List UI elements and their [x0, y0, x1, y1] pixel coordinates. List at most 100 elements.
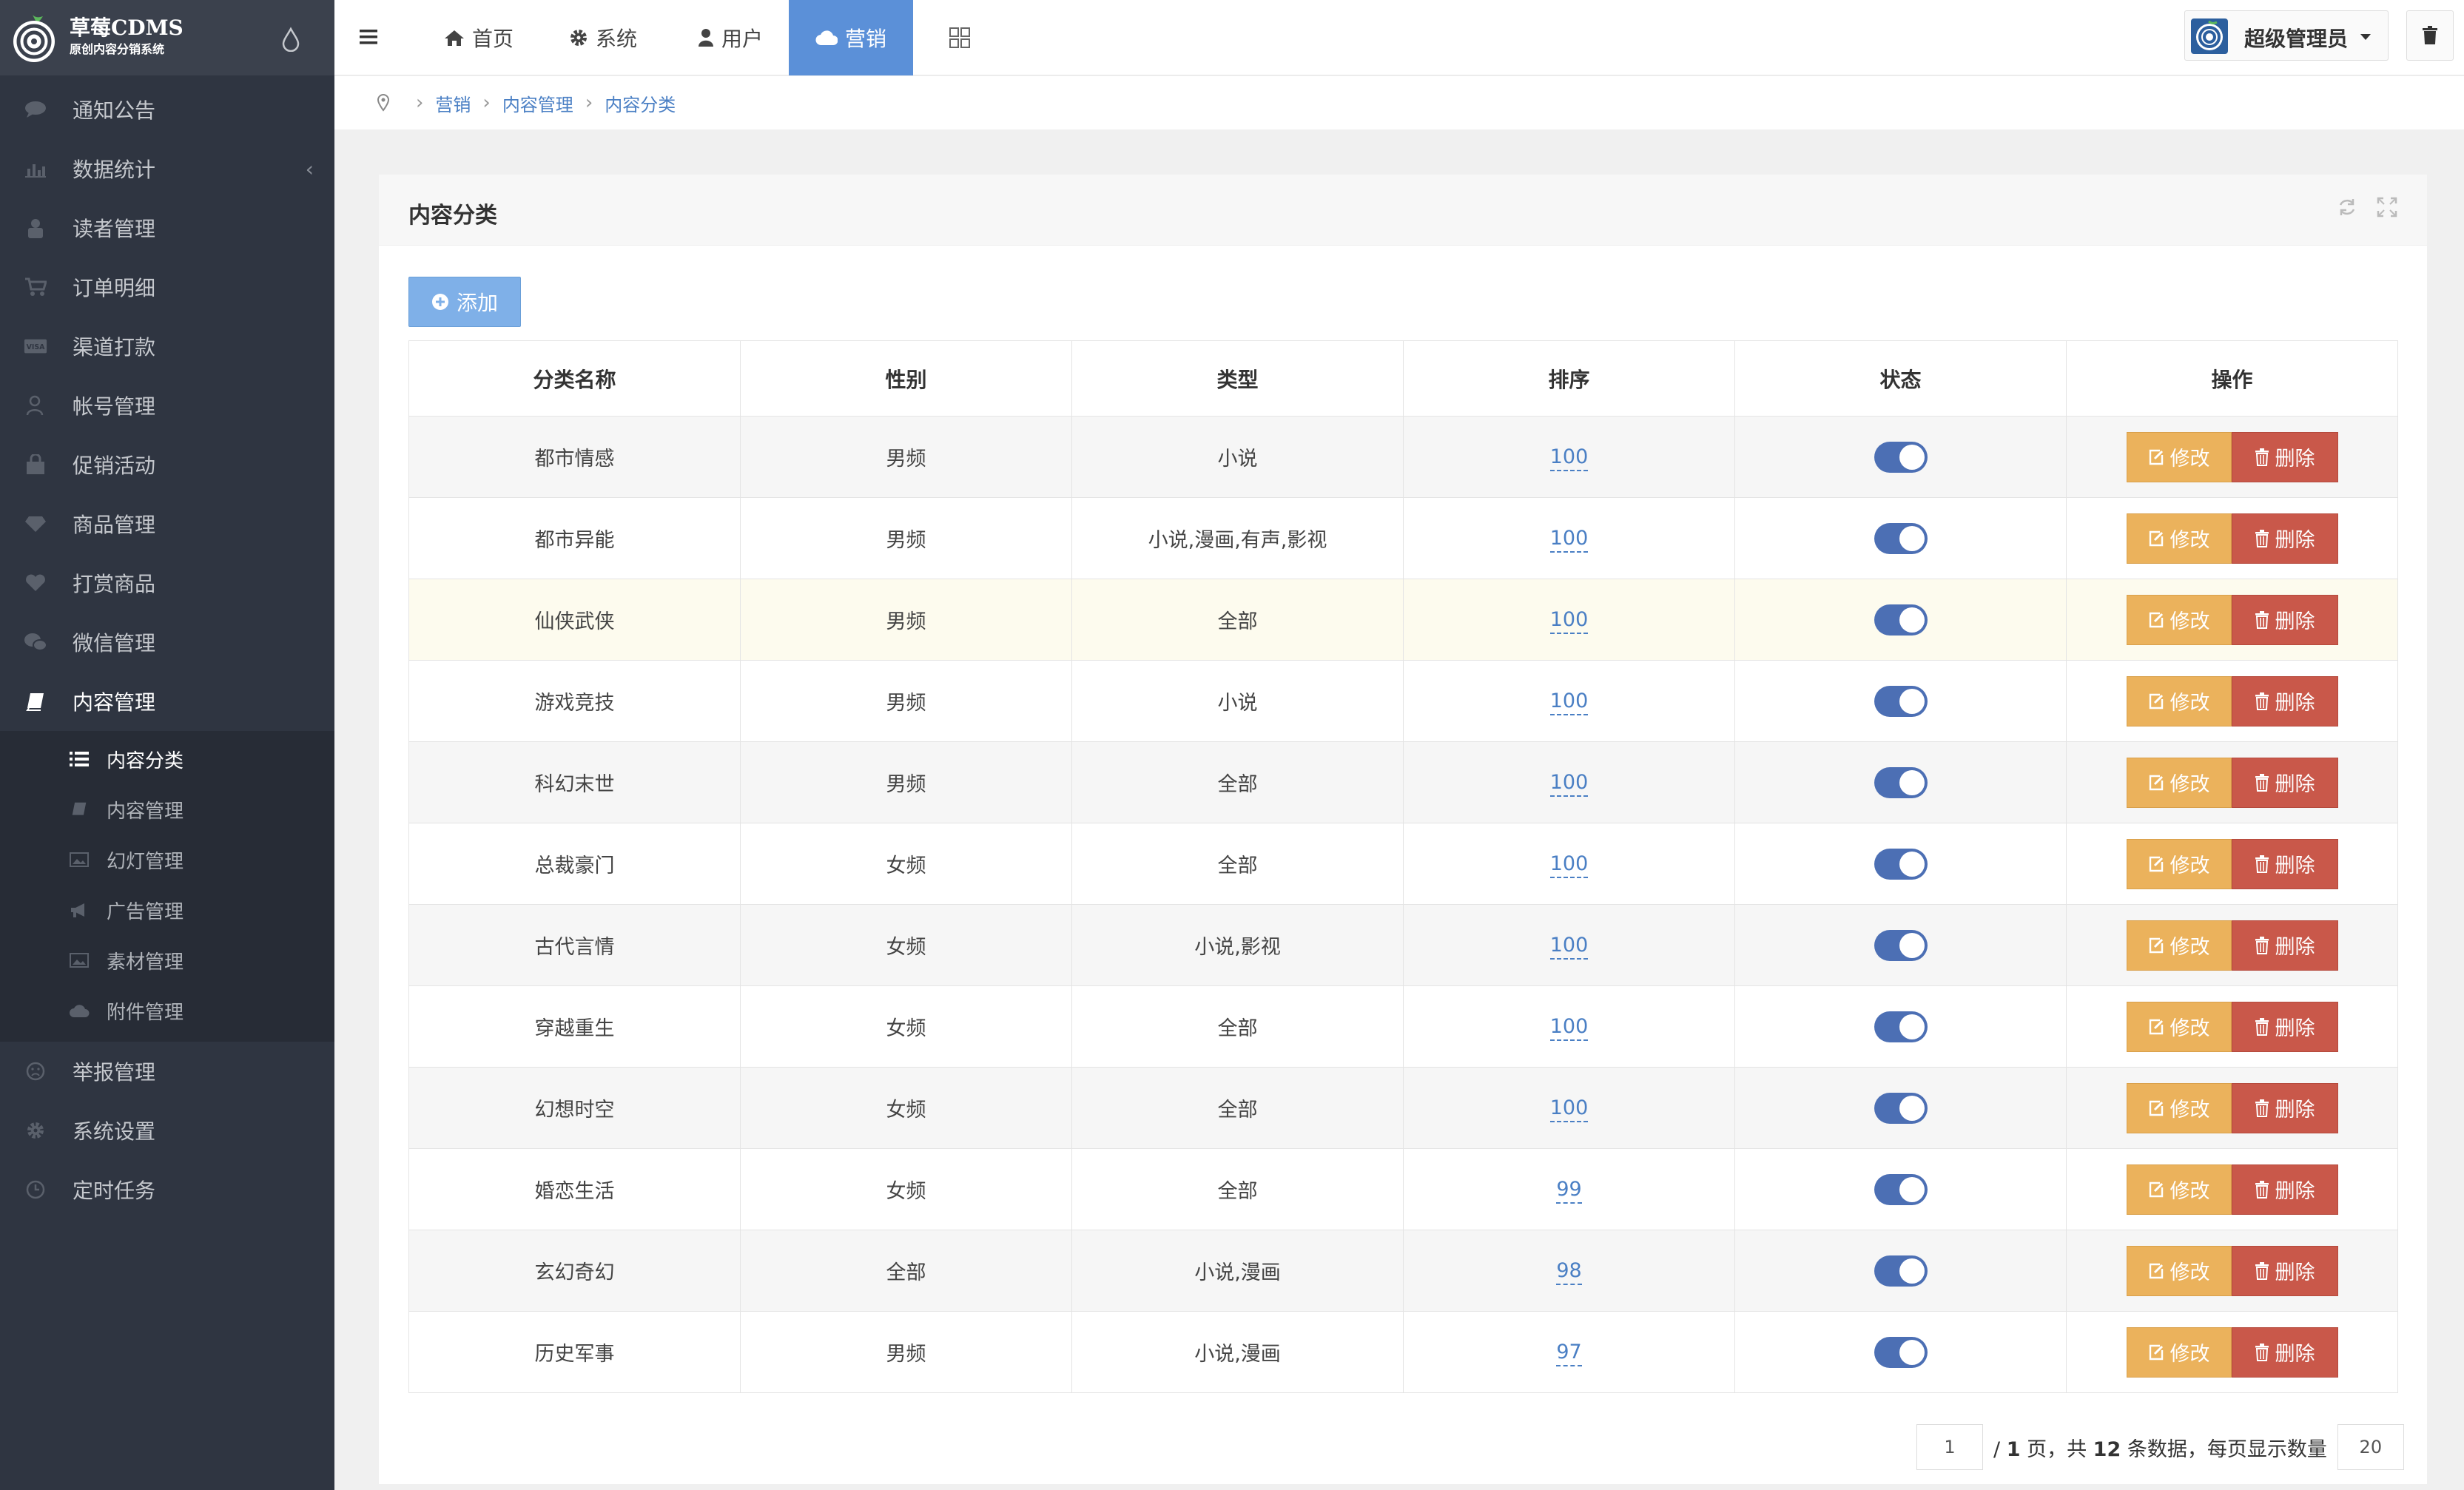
sort-edit-link[interactable]: 100 [1549, 690, 1589, 715]
sidebar-item-rewards[interactable]: 打赏商品 [0, 553, 334, 613]
delete-button[interactable]: 删除 [2231, 1164, 2338, 1215]
status-toggle[interactable] [1874, 604, 1928, 636]
edit-button[interactable]: 修改 [2126, 1245, 2232, 1296]
table-row: 幻想时空 女频 全部 100 修改 删除 [408, 1067, 2398, 1149]
add-category-button[interactable]: 添加 [408, 277, 521, 327]
column-header-gender[interactable]: 性别 [740, 340, 1072, 417]
status-toggle[interactable] [1874, 1336, 1928, 1368]
sort-edit-link[interactable]: 100 [1549, 934, 1589, 960]
sort-edit-link[interactable]: 98 [1556, 1259, 1582, 1285]
sort-edit-link[interactable]: 99 [1556, 1178, 1582, 1204]
sort-edit-link[interactable]: 100 [1549, 1015, 1589, 1041]
status-toggle[interactable] [1874, 441, 1928, 473]
delete-button[interactable]: 删除 [2231, 675, 2338, 727]
edit-button[interactable]: 修改 [2126, 431, 2232, 482]
sidebar-item-cron[interactable]: 定时任务 [0, 1160, 334, 1219]
fullscreen-icon[interactable] [2377, 197, 2397, 218]
sidebar-item-notice[interactable]: 通知公告 [0, 80, 334, 139]
sidebar-item-stats[interactable]: 数据统计 ‹ [0, 139, 334, 198]
sidebar-subitem-attachments[interactable]: 附件管理 [0, 985, 334, 1036]
sidebar-subitem-ads[interactable]: 广告管理 [0, 885, 334, 935]
sort-edit-link[interactable]: 100 [1549, 445, 1589, 471]
delete-button[interactable]: 删除 [2231, 513, 2338, 564]
delete-button[interactable]: 删除 [2231, 920, 2338, 971]
sidebar-item-wechat[interactable]: 微信管理 [0, 613, 334, 672]
sort-edit-link[interactable]: 100 [1549, 527, 1589, 553]
water-drop-icon[interactable] [280, 27, 302, 52]
status-toggle[interactable] [1874, 848, 1928, 880]
sidebar-item-payments[interactable]: VISA 渠道打款 [0, 317, 334, 376]
logo[interactable]: 草莓CDMS 原创内容分销系统 [0, 0, 334, 75]
clear-cache-button[interactable] [2406, 10, 2454, 61]
tab-apps[interactable] [935, 0, 984, 75]
sidebar-item-accounts[interactable]: 帐号管理 [0, 376, 334, 435]
status-toggle[interactable] [1874, 685, 1928, 717]
status-toggle[interactable] [1874, 522, 1928, 554]
sidebar-item-orders[interactable]: 订单明细 [0, 257, 334, 317]
tab-marketing[interactable]: 营销 [789, 0, 913, 75]
breadcrumb-current[interactable]: 内容分类 [605, 90, 676, 116]
sort-edit-link[interactable]: 100 [1549, 608, 1589, 634]
edit-button[interactable]: 修改 [2126, 675, 2232, 727]
column-header-sort[interactable]: 排序 [1403, 340, 1735, 417]
column-header-name[interactable]: 分类名称 [408, 340, 741, 417]
delete-button[interactable]: 删除 [2231, 838, 2338, 889]
edit-button[interactable]: 修改 [2126, 757, 2232, 808]
sort-edit-link[interactable]: 100 [1549, 771, 1589, 797]
status-toggle[interactable] [1874, 1173, 1928, 1205]
cell-gender: 男频 [740, 497, 1072, 579]
column-header-type[interactable]: 类型 [1071, 340, 1404, 417]
sidebar-subitem-materials[interactable]: 素材管理 [0, 935, 334, 985]
status-toggle[interactable] [1874, 1255, 1928, 1287]
sidebar-item-readers[interactable]: 读者管理 [0, 198, 334, 257]
edit-button[interactable]: 修改 [2126, 513, 2232, 564]
edit-button[interactable]: 修改 [2126, 838, 2232, 889]
sidebar-item-content[interactable]: 内容管理 [0, 672, 334, 731]
sidebar-subitem-content[interactable]: 内容管理 [0, 784, 334, 835]
sidebar-subitem-slides[interactable]: 幻灯管理 [0, 835, 334, 885]
page-size-input[interactable]: 20 [2337, 1424, 2404, 1470]
tab-system[interactable]: 系统 [555, 0, 651, 75]
edit-button[interactable]: 修改 [2126, 1326, 2232, 1378]
sort-edit-link[interactable]: 97 [1556, 1341, 1582, 1366]
page-number-input[interactable]: 1 [1916, 1424, 1983, 1470]
tab-home[interactable]: 首页 [431, 0, 527, 75]
sidebar-item-settings[interactable]: 系统设置 [0, 1101, 334, 1160]
status-toggle[interactable] [1874, 1011, 1928, 1042]
column-header-status[interactable]: 状态 [1734, 340, 2067, 417]
sort-edit-link[interactable]: 100 [1549, 852, 1589, 878]
status-toggle[interactable] [1874, 929, 1928, 961]
admin-user-dropdown[interactable]: 超级管理员 [2184, 10, 2389, 61]
tab-users[interactable]: 用户 [682, 0, 778, 75]
delete-button[interactable]: 删除 [2231, 594, 2338, 645]
add-button-label: 添加 [456, 291, 498, 315]
hamburger-menu-icon[interactable] [358, 27, 379, 47]
breadcrumb-link[interactable]: 内容管理 [502, 90, 573, 116]
delete-button[interactable]: 删除 [2231, 1001, 2338, 1052]
edit-button[interactable]: 修改 [2126, 1001, 2232, 1052]
cell-gender: 女频 [740, 1148, 1072, 1230]
edit-button[interactable]: 修改 [2126, 1082, 2232, 1133]
sidebar-subitem-categories[interactable]: 内容分类 [0, 734, 334, 784]
delete-button[interactable]: 删除 [2231, 1082, 2338, 1133]
sort-edit-link[interactable]: 100 [1549, 1096, 1589, 1122]
status-toggle[interactable] [1874, 766, 1928, 798]
cart-icon [24, 277, 47, 297]
sidebar-item-label: 读者管理 [73, 217, 156, 241]
breadcrumb-link[interactable]: 营销 [435, 90, 471, 116]
sidebar-item-reports[interactable]: 举报管理 [0, 1042, 334, 1101]
sidebar-item-promotions[interactable]: 促销活动 [0, 435, 334, 494]
delete-button[interactable]: 删除 [2231, 757, 2338, 808]
refresh-icon[interactable] [2337, 197, 2357, 218]
delete-button[interactable]: 删除 [2231, 431, 2338, 482]
delete-button[interactable]: 删除 [2231, 1326, 2338, 1378]
sidebar-item-products[interactable]: 商品管理 [0, 494, 334, 553]
cell-name: 玄幻奇幻 [408, 1230, 741, 1312]
edit-button[interactable]: 修改 [2126, 920, 2232, 971]
cell-actions: 修改 删除 [2066, 823, 2398, 905]
delete-button[interactable]: 删除 [2231, 1245, 2338, 1296]
edit-button[interactable]: 修改 [2126, 594, 2232, 645]
status-toggle[interactable] [1874, 1092, 1928, 1124]
cell-gender: 女频 [740, 1067, 1072, 1149]
edit-button[interactable]: 修改 [2126, 1164, 2232, 1215]
